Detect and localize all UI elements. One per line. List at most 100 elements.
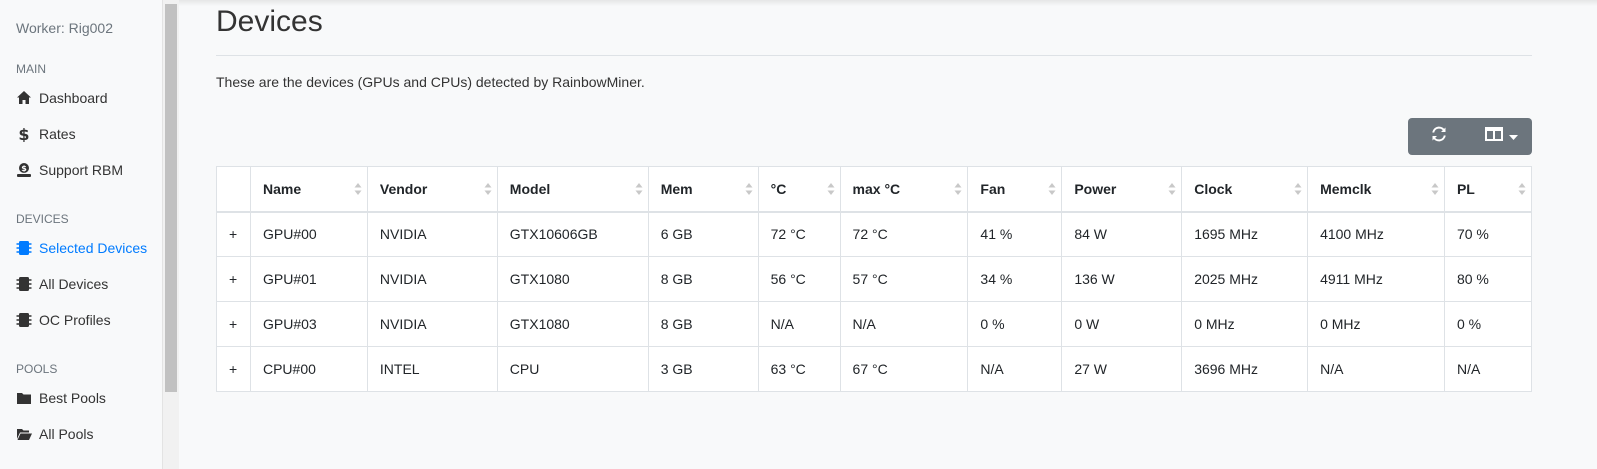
sidebar-item-oc-profiles[interactable]: OC Profiles (16, 309, 111, 331)
sidebar-item-best-pools[interactable]: Best Pools (16, 387, 106, 409)
cell-vendor: NVIDIA (366, 256, 498, 302)
column-header-vendor[interactable]: Vendor (366, 166, 498, 213)
column-header-clock[interactable]: Clock (1181, 166, 1309, 213)
cell-pl: 70 % (1443, 211, 1533, 257)
column-header-name[interactable]: Name (249, 166, 368, 213)
cell-vendor: INTEL (366, 346, 498, 392)
column-header-model[interactable]: Model (496, 166, 649, 213)
columns-button[interactable] (1470, 118, 1532, 155)
cell-temp: 63 °C (757, 346, 841, 392)
sort-icon (745, 183, 753, 195)
dollar-icon: $ (16, 126, 32, 142)
sort-icon (1294, 183, 1302, 195)
page-title: Devices (216, 5, 323, 38)
main-content: Devices These are the devices (GPUs and … (216, 0, 1533, 469)
sort-icon (1431, 183, 1439, 195)
sidebar-item-label: Selected Devices (39, 240, 148, 256)
chip-icon (16, 276, 32, 292)
cell-temp: 72 °C (757, 211, 841, 257)
sidebar-item-label: All Pools (39, 426, 94, 442)
sidebar-item-selected-devices[interactable]: Selected Devices (16, 237, 147, 259)
cell-fan: N/A (967, 346, 1063, 392)
refresh-icon (1430, 125, 1448, 148)
sort-icon (354, 183, 362, 195)
sort-icon (635, 183, 643, 195)
chevron-down-icon (1508, 128, 1518, 146)
cell-model: CPU (496, 346, 649, 392)
column-header-mem[interactable]: Mem (647, 166, 759, 213)
sidebar-item-label: Dashboard (39, 90, 108, 106)
expand-row-button[interactable]: + (216, 301, 251, 347)
svg-text:$: $ (21, 164, 27, 173)
cell-name: CPU#00 (249, 346, 368, 392)
column-header-temp[interactable]: °C (757, 166, 841, 213)
cell-fan: 41 % (967, 211, 1063, 257)
sidebar-item-label: Support RBM (39, 162, 124, 178)
cell-power: 0 W (1061, 301, 1183, 347)
scrollbar-thumb[interactable] (165, 4, 177, 392)
devices-table: Name Vendor Model Mem °C max °C Fan Powe… (216, 166, 1533, 392)
section-heading-devices: DEVICES (16, 212, 69, 226)
cell-mem: 8 GB (647, 301, 759, 347)
sidebar-item-rates[interactable]: $ Rates (16, 123, 76, 145)
chip-icon (16, 312, 32, 328)
cell-temp: N/A (757, 301, 841, 347)
cell-temp: 56 °C (757, 256, 841, 302)
cell-max-temp: 72 °C (839, 211, 969, 257)
column-header-max-temp[interactable]: max °C (839, 166, 969, 213)
cell-power: 136 W (1061, 256, 1183, 302)
expand-row-button[interactable]: + (216, 346, 251, 392)
sidebar-item-label: Rates (39, 126, 76, 142)
table-header-row: Name Vendor Model Mem °C max °C Fan Powe… (216, 166, 1533, 213)
cell-name: GPU#00 (249, 211, 368, 257)
sort-icon (484, 183, 492, 195)
sidebar-item-label: All Devices (39, 276, 109, 292)
folder-icon (16, 390, 32, 406)
cell-pl: 80 % (1443, 256, 1533, 302)
table-toolbar (1408, 118, 1532, 155)
sort-icon (1168, 183, 1176, 195)
cell-memclk: 4100 MHz (1307, 211, 1445, 257)
column-header-fan[interactable]: Fan (967, 166, 1063, 213)
table-row: + GPU#01 NVIDIA GTX1080 8 GB 56 °C 57 °C… (216, 256, 1533, 302)
sidebar-item-all-devices[interactable]: All Devices (16, 273, 108, 295)
cell-memclk: N/A (1307, 346, 1445, 392)
cell-pl: N/A (1443, 346, 1533, 392)
cell-clock: 0 MHz (1181, 301, 1309, 347)
svg-text:$: $ (18, 126, 29, 142)
cell-model: GTX1080 (496, 256, 649, 302)
cell-power: 84 W (1061, 211, 1183, 257)
column-header-memclk[interactable]: Memclk (1307, 166, 1445, 213)
cell-mem: 8 GB (647, 256, 759, 302)
cell-power: 27 W (1061, 346, 1183, 392)
sidebar-item-all-pools[interactable]: All Pools (16, 423, 93, 445)
sort-icon (1048, 183, 1056, 195)
sidebar-item-label: Best Pools (39, 390, 106, 406)
section-heading-pools: POOLS (16, 362, 58, 376)
cell-vendor: NVIDIA (366, 301, 498, 347)
page-description: These are the devices (GPUs and CPUs) de… (216, 74, 645, 90)
sidebar-scrollbar[interactable] (163, 0, 179, 469)
cell-fan: 0 % (967, 301, 1063, 347)
sort-icon (1518, 183, 1526, 195)
expand-row-button[interactable]: + (216, 211, 251, 257)
cell-clock: 2025 MHz (1181, 256, 1309, 302)
cell-fan: 34 % (967, 256, 1063, 302)
cell-mem: 6 GB (647, 211, 759, 257)
donate-icon: $ (16, 162, 32, 178)
cell-name: GPU#01 (249, 256, 368, 302)
column-header-power[interactable]: Power (1061, 166, 1183, 213)
table-row: + CPU#00 INTEL CPU 3 GB 63 °C 67 °C N/A … (216, 346, 1533, 392)
table-row: + GPU#03 NVIDIA GTX1080 8 GB N/A N/A 0 %… (216, 301, 1533, 347)
sidebar-item-dashboard[interactable]: Dashboard (16, 87, 108, 109)
home-icon (16, 90, 32, 106)
folder-open-icon (16, 426, 32, 442)
cell-clock: 1695 MHz (1181, 211, 1309, 257)
expand-row-button[interactable]: + (216, 256, 251, 302)
cell-pl: 0 % (1443, 301, 1533, 347)
sidebar-item-support-rbm[interactable]: $ Support RBM (16, 159, 123, 181)
column-header-pl[interactable]: PL (1443, 166, 1533, 213)
worker-name: Worker: Rig002 (16, 20, 114, 36)
sort-icon (954, 183, 962, 195)
refresh-button[interactable] (1408, 118, 1470, 155)
